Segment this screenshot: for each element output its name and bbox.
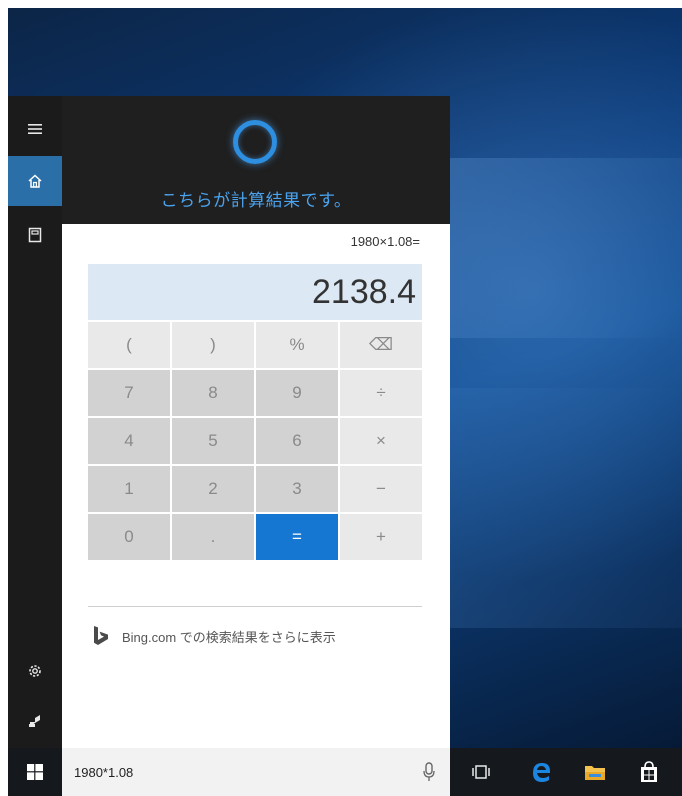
key-digit-6-button[interactable]: 6: [256, 418, 338, 464]
calculator-expression: 1980×1.08=: [350, 234, 420, 249]
home-button[interactable]: [8, 156, 62, 206]
notebook-button[interactable]: [8, 210, 62, 260]
key-digit-2-button[interactable]: 2: [172, 466, 254, 512]
key-backspace-button[interactable]: ⌫: [340, 322, 422, 368]
key-close-paren-button[interactable]: ): [172, 322, 254, 368]
key-open-paren-button[interactable]: (: [88, 322, 170, 368]
key-minus-button[interactable]: −: [340, 466, 422, 512]
cortana-window: こちらが計算結果です。 1980×1.08= 2138.4 ()% ⌫ 7 8 9 ÷ 4 5…: [8, 96, 450, 748]
home-icon: [28, 174, 42, 188]
key-digit-0-button[interactable]: 0: [88, 514, 170, 560]
cortana-message: こちらが計算結果です。: [160, 191, 352, 210]
cortana-panel: こちらが計算結果です。 1980×1.08= 2138.4 ()% ⌫ 7 8 9 ÷ 4 5…: [62, 96, 450, 748]
key-digit-5-button[interactable]: 5: [172, 418, 254, 464]
key-digit-1-button[interactable]: 1: [88, 466, 170, 512]
bing-link-text: Bing.com での検索結果をさらに表示: [122, 629, 336, 645]
taskbar: 1980*1.08: [8, 748, 682, 796]
start-button[interactable]: [8, 748, 62, 796]
calculator-result: 2138.4: [88, 264, 422, 320]
key-digit-3-button[interactable]: 3: [256, 466, 338, 512]
taskbar-search-box[interactable]: 1980*1.08: [62, 748, 450, 796]
file-explorer-icon: [585, 766, 605, 780]
notebook-icon: [28, 227, 42, 243]
key-digit-8-button[interactable]: 8: [172, 370, 254, 416]
task-view-icon: [472, 765, 490, 779]
feedback-icon: [29, 715, 40, 727]
key-divide-button[interactable]: ÷: [340, 370, 422, 416]
edge-browser-button[interactable]: [518, 748, 564, 796]
wallpaper-light-beam: [438, 388, 682, 628]
wallpaper-light-beam: [438, 158, 682, 338]
key-digit-7-button[interactable]: 7: [88, 370, 170, 416]
key-plus-button[interactable]: +: [340, 514, 422, 560]
hamburger-menu-button[interactable]: [8, 104, 62, 154]
cortana-header: こちらが計算結果です。: [62, 96, 450, 224]
microphone-icon[interactable]: [422, 762, 436, 782]
calculator-keypad: ()% ⌫ 7 8 9 ÷ 4 5 6 × 1 2 3− 0. = +: [88, 322, 422, 560]
key-digit-4-button[interactable]: 4: [88, 418, 170, 464]
hamburger-menu-icon: [28, 124, 42, 134]
store-button[interactable]: [626, 748, 672, 796]
search-input-value: 1980*1.08: [74, 764, 134, 780]
edge-browser-icon: [533, 763, 550, 782]
cortana-rail: [8, 96, 62, 748]
settings-button[interactable]: [8, 646, 62, 696]
key-equals-button[interactable]: =: [256, 514, 338, 560]
settings-gear-icon: [29, 665, 41, 677]
key-multiply-button[interactable]: ×: [340, 418, 422, 464]
key-decimal-button[interactable]: .: [172, 514, 254, 560]
divider: [88, 606, 422, 607]
file-explorer-button[interactable]: [572, 748, 618, 796]
store-icon: [641, 761, 657, 782]
bing-search-link[interactable]: Bing.com での検索結果をさらに表示: [88, 624, 336, 648]
windows-logo-icon: [27, 764, 43, 780]
cortana-ring-icon: [233, 120, 277, 164]
key-digit-9-button[interactable]: 9: [256, 370, 338, 416]
bing-logo-icon: [94, 626, 108, 645]
key-percent-button[interactable]: %: [256, 322, 338, 368]
feedback-button[interactable]: [8, 696, 62, 746]
task-view-button[interactable]: [458, 748, 504, 796]
